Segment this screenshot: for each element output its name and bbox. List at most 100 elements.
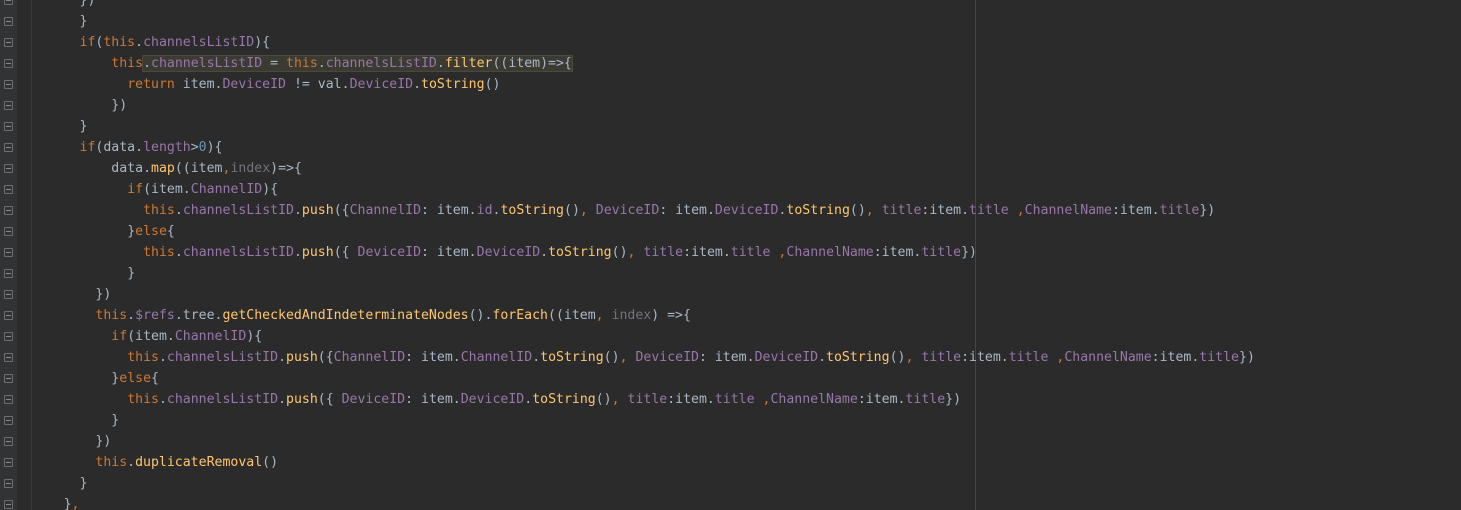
code-line[interactable]: this.$refs.tree.getCheckedAndIndetermina… (95, 305, 691, 326)
fold-icon[interactable] (4, 500, 13, 509)
code-token: toString (500, 203, 564, 218)
code-token: toString (532, 392, 596, 407)
code-token: DeviceID (754, 350, 819, 365)
code-token: : item. (659, 203, 715, 218)
fold-icon[interactable] (4, 143, 13, 152)
code-line[interactable]: return item.DeviceID != val.DeviceID.toS… (127, 74, 500, 95)
code-line[interactable]: if(item.ChannelID){ (127, 179, 278, 200)
code-token: () (603, 350, 620, 365)
fold-icon[interactable] (4, 395, 13, 404)
code-line[interactable]: } (127, 263, 135, 284)
code-token: :item. (857, 392, 906, 407)
code-token: : item. (421, 245, 477, 260)
code-line[interactable]: } (80, 116, 88, 137)
code-token: () (564, 203, 580, 218)
code-token: this (103, 35, 136, 50)
code-token: DeviceID (635, 350, 699, 365)
code-token: this (143, 245, 175, 260)
fold-icon[interactable] (4, 122, 13, 131)
code-line[interactable]: if(item.ChannelID){ (111, 326, 262, 347)
code-token: . (143, 56, 152, 71)
code-token: this (143, 203, 175, 218)
code-token: } (127, 224, 136, 239)
code-token: () (611, 245, 628, 260)
code-token: . (413, 77, 422, 92)
code-line[interactable]: } (80, 11, 88, 32)
fold-icon[interactable] (4, 269, 13, 278)
code-token: . (174, 203, 183, 218)
code-line[interactable]: this.channelsListID.push({ DeviceID: ite… (143, 242, 977, 263)
code-line[interactable]: this.channelsListID.push({ChannelID: ite… (143, 200, 1215, 221)
code-line[interactable]: } (111, 410, 119, 431)
code-line[interactable]: this.channelsListID.push({ DeviceID: ite… (127, 389, 961, 410)
code-token: }) (1199, 203, 1216, 218)
code-token: . (341, 77, 350, 92)
code-line[interactable]: } (80, 473, 88, 494)
code-token: ChannelName (1024, 203, 1112, 218)
code-token: title (905, 392, 946, 407)
fold-icon[interactable] (4, 185, 13, 194)
code-line[interactable]: }else{ (127, 221, 175, 242)
fold-icon[interactable] (4, 227, 13, 236)
code-line[interactable]: }) (111, 95, 127, 116)
code-line[interactable]: }) (80, 0, 96, 11)
code-token: this (111, 56, 144, 71)
fold-icon[interactable] (4, 0, 13, 5)
code-token: toString (548, 245, 612, 260)
fold-icon[interactable] (4, 311, 13, 320)
code-token: index (230, 161, 271, 176)
code-token: ({ (333, 203, 350, 218)
fold-icon[interactable] (4, 80, 13, 89)
fold-icon[interactable] (4, 17, 13, 26)
code-token: item (182, 77, 215, 92)
code-token: : item. (421, 203, 477, 218)
fold-icon[interactable] (4, 416, 13, 425)
code-token: . (540, 245, 549, 260)
fold-icon[interactable] (4, 374, 13, 383)
code-line[interactable]: }) (95, 431, 111, 452)
code-token: { (166, 224, 175, 239)
code-token: DeviceID (341, 392, 406, 407)
code-line[interactable]: }) (95, 284, 111, 305)
code-line[interactable]: if(this.channelsListID){ (80, 32, 271, 53)
code-token: { (151, 371, 159, 386)
fold-icon[interactable] (4, 101, 13, 110)
code-line[interactable]: }else{ (111, 368, 159, 389)
code-token: title (627, 392, 668, 407)
fold-icon[interactable] (4, 290, 13, 299)
code-token: . (158, 392, 167, 407)
code-token: , (627, 245, 644, 260)
fold-icon[interactable] (4, 206, 13, 215)
selection-highlight: .channelsListID = this.channelsListID.fi… (142, 55, 573, 72)
fold-icon[interactable] (4, 458, 13, 467)
code-token: } (111, 413, 120, 428)
code-token: DeviceID (460, 392, 525, 407)
code-line[interactable]: this.channelsListID = this.channelsListI… (111, 53, 573, 74)
code-token: DeviceID (222, 77, 287, 92)
fold-icon[interactable] (4, 59, 13, 68)
code-token: if (127, 182, 144, 197)
code-editor[interactable]: })} if(this.channelsListID){this.channels… (0, 0, 1461, 510)
fold-icon[interactable] (4, 353, 13, 362)
code-token: duplicateRemoval (135, 455, 263, 470)
code-token: . (293, 245, 302, 260)
fold-icon[interactable] (4, 332, 13, 341)
code-line[interactable]: this.channelsListID.push({ChannelID: ite… (127, 347, 1255, 368)
fold-icon[interactable] (4, 38, 13, 47)
code-line[interactable]: data.map((item,index)=>{ (111, 158, 302, 179)
fold-icon[interactable] (4, 164, 13, 173)
code-token: } (63, 497, 72, 510)
code-token: :item. (873, 245, 922, 260)
code-token: if (111, 329, 128, 344)
code-token: :item. (961, 350, 1009, 365)
fold-icon[interactable] (4, 437, 13, 446)
code-line[interactable]: if(data.length>0){ (80, 137, 223, 158)
code-token: forEach (492, 308, 548, 323)
code-token: id (476, 203, 493, 218)
fold-icon[interactable] (4, 248, 13, 257)
code-line[interactable]: this.duplicateRemoval() (95, 452, 278, 473)
fold-icon[interactable] (4, 479, 13, 488)
code-token: , (579, 203, 596, 218)
code-token: ({ (333, 245, 358, 260)
code-line[interactable]: }, (64, 494, 80, 510)
